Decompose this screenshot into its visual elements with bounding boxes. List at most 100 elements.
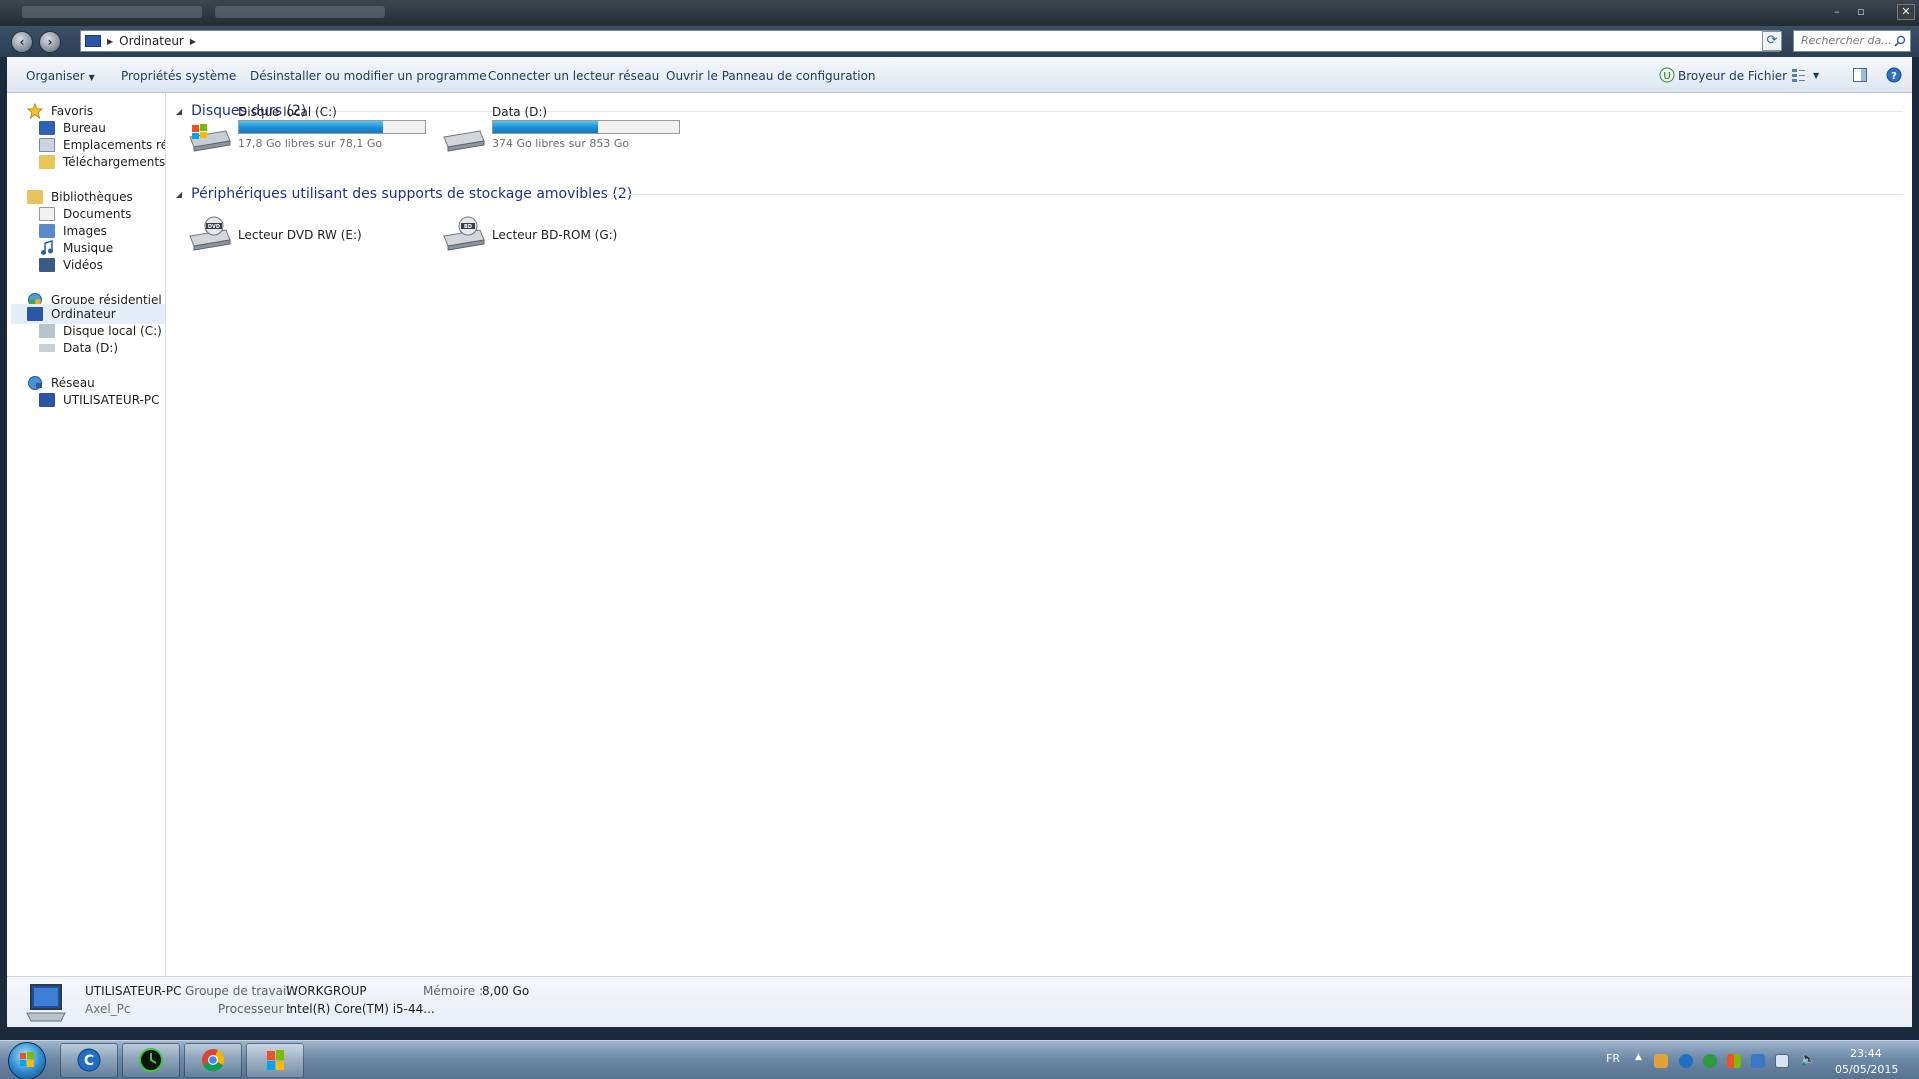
clock-date[interactable]: 05/05/2015 xyxy=(1835,1063,1898,1076)
language-indicator[interactable]: FR xyxy=(1606,1052,1620,1065)
refresh-button[interactable]: ⟳ xyxy=(1762,31,1782,51)
taskbar-app-clock[interactable] xyxy=(122,1043,180,1078)
navigation-pane: Favoris Bureau Emplacements récents Télé… xyxy=(7,93,166,976)
open-control-panel-button[interactable]: Ouvrir le Panneau de configuration xyxy=(666,69,876,83)
forward-button[interactable]: › xyxy=(39,31,61,53)
chevron-down-icon[interactable]: ▼ xyxy=(1813,71,1819,80)
map-network-drive-button[interactable]: Connecter un lecteur réseau xyxy=(488,69,659,83)
sidebar-item-label: Disque local (C:) xyxy=(63,324,162,338)
drive-name: Data (D:) xyxy=(492,105,548,119)
taskbar-app-chrome[interactable] xyxy=(184,1043,242,1078)
dvd-drive-icon: DVD xyxy=(189,216,231,251)
minimize-button[interactable]: – xyxy=(1827,3,1847,21)
tray-app-icon[interactable] xyxy=(1654,1054,1668,1068)
volume-icon[interactable]: 🔈 xyxy=(1800,1052,1816,1067)
workgroup-label: Groupe de travail : xyxy=(185,984,298,998)
drive-tile-bd[interactable]: BD Lecteur BD-ROM (G:) xyxy=(440,208,690,268)
help-icon[interactable]: ? xyxy=(1886,67,1902,83)
sidebar-item-utilisateur-pc[interactable]: UTILISATEUR-PC xyxy=(39,390,160,410)
sidebar-item-label: Bibliothèques xyxy=(51,190,133,204)
shredder-button[interactable]: Broyeur de Fichier xyxy=(1678,69,1787,83)
pictures-icon xyxy=(39,224,55,238)
search-icon[interactable] xyxy=(1894,35,1906,47)
sidebar-item-label: Vidéos xyxy=(63,258,103,272)
user-name: Axel_Pc xyxy=(85,1002,131,1016)
tray-ccleaner-icon[interactable] xyxy=(1679,1054,1693,1068)
sidebar-item-label: Documents xyxy=(63,207,132,221)
search-placeholder: Rechercher da... xyxy=(1801,34,1892,47)
sidebar-item-label: Data (D:) xyxy=(63,341,119,355)
start-button[interactable] xyxy=(8,1042,46,1079)
drive-tile-c[interactable]: Disque local (C:) 17,8 Go libres sur 78,… xyxy=(186,105,436,165)
drive-tile-dvd[interactable]: DVD Lecteur DVD RW (E:) xyxy=(186,208,436,268)
drive-name: Lecteur BD-ROM (G:) xyxy=(492,228,618,242)
sidebar-item-data-d[interactable]: Data (D:) xyxy=(39,338,118,358)
preview-pane-icon[interactable] xyxy=(1852,67,1868,83)
ccleaner-icon: C xyxy=(77,1048,101,1072)
tray-device-icon[interactable] xyxy=(1751,1054,1765,1068)
processor-label: Processeur : xyxy=(218,1002,292,1016)
blurred-tab-title xyxy=(215,6,385,18)
music-icon xyxy=(41,240,53,255)
svg-text:C: C xyxy=(84,1053,94,1069)
organize-label: Organiser xyxy=(26,69,85,83)
show-hidden-icons-icon[interactable]: ▲ xyxy=(1635,1052,1642,1062)
address-bar[interactable]: ▶ Ordinateur ▶ ▼ xyxy=(80,30,1780,52)
drive-usage-fill xyxy=(239,121,383,133)
drive-free-space: 374 Go libres sur 853 Go xyxy=(492,137,630,150)
breadcrumb-separator-icon[interactable]: ▶ xyxy=(190,37,196,46)
bd-badge: BD xyxy=(464,224,472,230)
sidebar-item-videos[interactable]: Vidéos xyxy=(39,255,103,275)
taskbar: C FR ▲ 🔈 23:44 05/05/2015 xyxy=(0,1040,1919,1079)
breadcrumb-ordinateur[interactable]: Ordinateur xyxy=(119,34,184,48)
system-properties-button[interactable]: Propriétés système xyxy=(121,69,236,83)
drive-usage-bar xyxy=(492,120,680,134)
chrome-icon xyxy=(202,1049,225,1072)
organize-menu[interactable]: Organiser ▼ xyxy=(26,69,95,83)
downloads-folder-icon xyxy=(39,155,55,169)
back-button[interactable]: ‹ xyxy=(11,31,33,53)
sidebar-item-label: Images xyxy=(63,224,107,238)
memory-value: 8,00 Go xyxy=(482,984,530,998)
videos-icon xyxy=(39,258,55,272)
sidebar-item-label: Favoris xyxy=(51,104,94,118)
recent-places-icon xyxy=(39,138,55,152)
uninstall-program-button[interactable]: Désinstaller ou modifier un programme xyxy=(250,69,487,83)
svg-text:?: ? xyxy=(1891,71,1897,82)
window-title-bar: – ▫ ✕ xyxy=(0,0,1919,26)
star-icon xyxy=(27,103,43,119)
documents-icon xyxy=(39,207,55,221)
taskbar-app-explorer[interactable] xyxy=(246,1043,304,1078)
close-button[interactable]: ✕ xyxy=(1897,4,1915,20)
tray-windows-flag-icon[interactable] xyxy=(1727,1054,1741,1068)
workgroup-value: WORKGROUP xyxy=(286,984,367,998)
drive-tile-d[interactable]: Data (D:) 374 Go libres sur 853 Go xyxy=(440,105,690,165)
network-computer-icon xyxy=(39,393,55,407)
sidebar-item-label: UTILISATEUR-PC xyxy=(63,393,160,407)
group-header-peripheriques-amovibles[interactable]: ◢ Périphériques utilisant des supports d… xyxy=(176,184,632,204)
network-status-icon[interactable] xyxy=(1775,1054,1789,1068)
sidebar-item-label: Musique xyxy=(63,241,114,255)
green-clock-icon xyxy=(139,1048,163,1072)
sidebar-item-label: Réseau xyxy=(51,376,95,390)
system-drive-icon xyxy=(189,124,231,152)
computer-icon xyxy=(85,35,101,47)
sidebar-item-telechargements[interactable]: Téléchargements xyxy=(39,152,165,172)
maximize-button[interactable]: ▫ xyxy=(1851,3,1871,21)
search-input[interactable]: Rechercher da... xyxy=(1793,30,1911,52)
drive-name: Disque local (C:) xyxy=(238,105,337,119)
view-options-icon[interactable] xyxy=(1791,67,1807,83)
taskbar-app-ccleaner[interactable]: C xyxy=(60,1043,118,1078)
computer-icon xyxy=(26,984,66,1022)
command-bar: Organiser ▼ Propriétés système Désinstall… xyxy=(7,57,1912,93)
windows-logo-icon xyxy=(20,1052,34,1067)
collapse-triangle-icon[interactable]: ◢ xyxy=(176,107,182,116)
drive-usage-bar xyxy=(238,120,426,134)
tray-security-icon[interactable] xyxy=(1703,1054,1717,1068)
clock-time[interactable]: 23:44 xyxy=(1850,1047,1882,1060)
svg-text:U: U xyxy=(1663,71,1670,82)
libraries-icon xyxy=(27,190,43,204)
collapse-triangle-icon[interactable]: ◢ xyxy=(176,190,182,199)
windows-explorer-icon xyxy=(267,1050,284,1070)
breadcrumb-separator-icon[interactable]: ▶ xyxy=(107,37,113,46)
